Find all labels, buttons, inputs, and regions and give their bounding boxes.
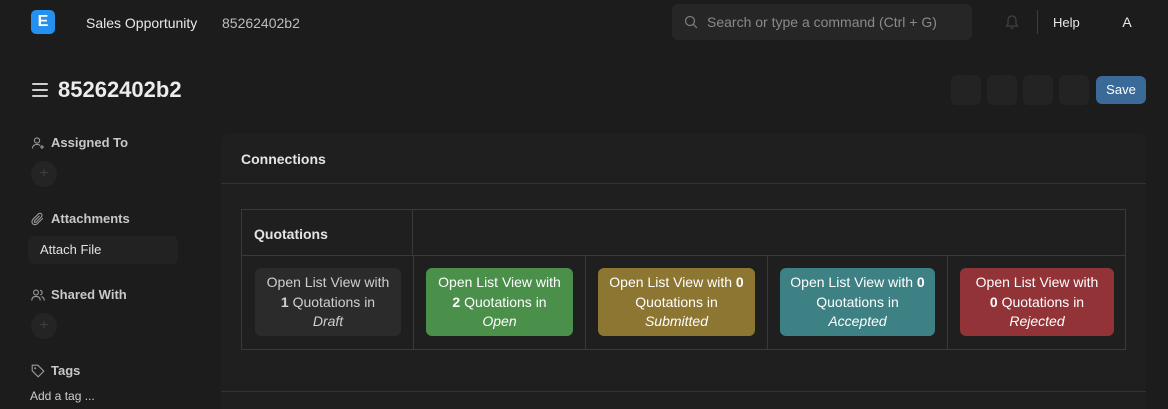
breadcrumb-sales-opportunity[interactable]: Sales Opportunity [86,15,197,31]
card-prefix: Open List View with [438,274,561,290]
user-plus-icon [31,137,44,149]
quotations-group-title[interactable]: Quotations [254,226,328,242]
search-icon [684,15,698,29]
add-share-button[interactable]: + [31,313,57,339]
card-count: 0 [735,274,744,290]
card-count: 0 [916,274,925,290]
divider [585,256,586,350]
card-count: 0 [989,293,998,310]
add-tag-link[interactable]: Add a tag ... [30,389,95,403]
quotations-draft-card[interactable]: Open List View with 1 Quotations in Draf… [255,268,401,336]
users-icon [31,289,45,301]
card-prefix: Open List View with [790,274,913,290]
divider [413,256,414,350]
erpnext-logo-icon[interactable]: E [31,10,55,34]
quotations-rejected-card[interactable]: Open List View with 0 Quotations in Reje… [960,268,1114,336]
card-prefix: Open List View with [609,274,732,290]
card-middle: Quotations in [292,293,376,310]
save-button[interactable]: Save [1096,76,1146,104]
divider [413,255,1125,256]
card-count: 1 [280,293,289,310]
divider [947,256,948,350]
attachments-label: Attachments [51,211,130,226]
more-actions-button[interactable] [1059,75,1089,105]
card-count: 2 [452,293,461,310]
avatar[interactable]: A [1117,13,1137,33]
shared-with-label: Shared With [51,287,127,302]
card-middle: Quotations in [635,293,718,310]
assigned-to-label: Assigned To [51,135,129,150]
card-middle: Quotations in [816,293,899,310]
tag-icon [31,364,45,378]
navbar: E Sales Opportunity 85262402b2 Help A [0,0,1168,45]
card-status: Rejected [1009,313,1065,329]
next-record-button[interactable] [987,75,1017,105]
search-input[interactable] [707,12,962,32]
help-menu[interactable]: Help [1053,15,1080,30]
add-assignee-button[interactable]: + [31,161,57,187]
card-status: Draft [312,313,344,329]
card-status: Open [482,313,517,329]
card-prefix: Open List View with [266,274,390,290]
connections-panel: Connections Quotations Open List View wi… [221,133,1146,409]
connections-heading[interactable]: Connections [241,151,326,167]
divider [221,183,1146,184]
quotations-accepted-card[interactable]: Open List View with 0 Quotations in Acce… [780,268,935,336]
bell-icon[interactable] [1004,14,1020,30]
tags-label: Tags [51,363,81,378]
quotations-submitted-card[interactable]: Open List View with 0 Quotations in Subm… [598,268,755,336]
card-middle: Quotations in [1001,293,1085,310]
navbar-divider [1037,10,1038,34]
card-status: Accepted [828,313,887,329]
quotations-open-card[interactable]: Open List View with 2 Quotations in Open [426,268,573,336]
divider [221,391,1146,392]
divider [767,256,768,350]
search-bar[interactable] [672,4,972,40]
print-button[interactable] [1023,75,1053,105]
previous-record-button[interactable] [951,75,981,105]
card-middle: Quotations in [464,293,547,310]
attach-file-button[interactable]: Attach File [28,236,178,264]
card-status: Submitted [644,313,709,329]
hamburger-icon[interactable] [32,83,48,97]
quotations-connections-grid: Quotations Open List View with 1 Quotati… [241,209,1126,350]
quotations-group-header: Quotations [242,210,413,256]
page-title: 85262402b2 [58,77,182,102]
card-prefix: Open List View with [975,274,1099,290]
breadcrumb-record[interactable]: 85262402b2 [222,15,300,31]
paperclip-icon [31,212,44,226]
